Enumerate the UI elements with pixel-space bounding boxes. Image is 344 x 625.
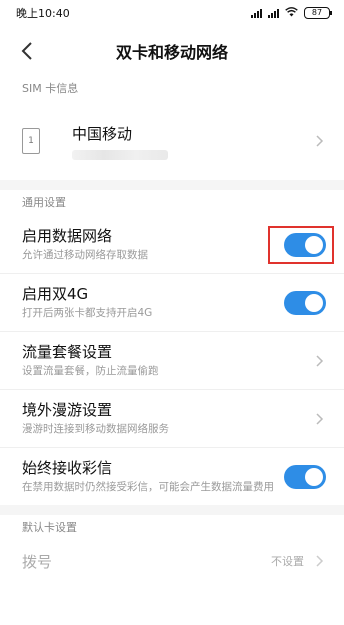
- default-section-label: 默认卡设置: [22, 521, 77, 534]
- chevron-right-icon: [314, 555, 326, 567]
- sim-card-item[interactable]: 1 中国移动: [0, 102, 344, 180]
- status-time: 晚上10:40: [16, 7, 70, 20]
- setting-dual-4g[interactable]: 启用双4G 打开后两张卡都支持开启4G: [0, 274, 344, 332]
- setting-title: 启用双4G: [22, 285, 89, 303]
- setting-title: 启用数据网络: [22, 227, 113, 245]
- setting-subtitle: 设置流量套餐，防止流量偷跑: [22, 365, 159, 377]
- sim-section-label: SIM 卡信息: [22, 82, 79, 95]
- section-divider: [0, 180, 344, 190]
- header: 双卡和移动网络: [0, 26, 344, 76]
- setting-title: 流量套餐设置: [22, 343, 113, 361]
- chevron-left-icon: [21, 42, 32, 60]
- setting-title: 境外漫游设置: [22, 401, 113, 419]
- toggle-dual-4g[interactable]: [284, 290, 326, 315]
- page-title: 双卡和移动网络: [115, 43, 228, 62]
- back-button[interactable]: [16, 40, 38, 62]
- chevron-right-icon: [314, 135, 326, 147]
- setting-subtitle: 漫游时连接到移动数据网络服务: [22, 423, 169, 435]
- toggle-enable-data[interactable]: [284, 232, 326, 257]
- signal-icon-2: [268, 8, 279, 18]
- wifi-icon: [285, 6, 298, 20]
- setting-enable-data[interactable]: 启用数据网络 允许通过移动网络存取数据: [0, 216, 344, 274]
- status-icons: 87: [251, 6, 332, 20]
- status-bar: 晚上10:40 87: [0, 0, 344, 26]
- toggle-mms[interactable]: [284, 464, 326, 489]
- chevron-right-icon: [314, 412, 326, 425]
- setting-data-plan[interactable]: 流量套餐设置 设置流量套餐，防止流量偷跑: [0, 332, 344, 390]
- sim-carrier-name: 中国移动: [72, 124, 133, 143]
- signal-icon: [251, 8, 262, 18]
- sim-number-redacted: [72, 149, 168, 160]
- sim-card-icon: 1: [22, 128, 40, 154]
- setting-default-dial[interactable]: 拨号 不设置: [0, 541, 344, 581]
- setting-subtitle: 在禁用数据时仍然接受彩信，可能会产生数据流量费用: [22, 481, 274, 493]
- section-divider: [0, 505, 344, 515]
- battery-icon: 87: [304, 7, 332, 19]
- dial-label: 拨号: [22, 552, 53, 571]
- chevron-right-icon: [314, 354, 326, 367]
- general-section-label: 通用设置: [22, 196, 66, 209]
- setting-roaming[interactable]: 境外漫游设置 漫游时连接到移动数据网络服务: [0, 390, 344, 448]
- setting-subtitle: 打开后两张卡都支持开启4G: [22, 307, 153, 319]
- setting-subtitle: 允许通过移动网络存取数据: [22, 249, 148, 261]
- setting-mms[interactable]: 始终接收彩信 在禁用数据时仍然接受彩信，可能会产生数据流量费用: [0, 448, 344, 505]
- sim-slot-number: 1: [28, 136, 34, 146]
- setting-title: 始终接收彩信: [22, 459, 113, 477]
- dial-value: 不设置: [271, 555, 304, 568]
